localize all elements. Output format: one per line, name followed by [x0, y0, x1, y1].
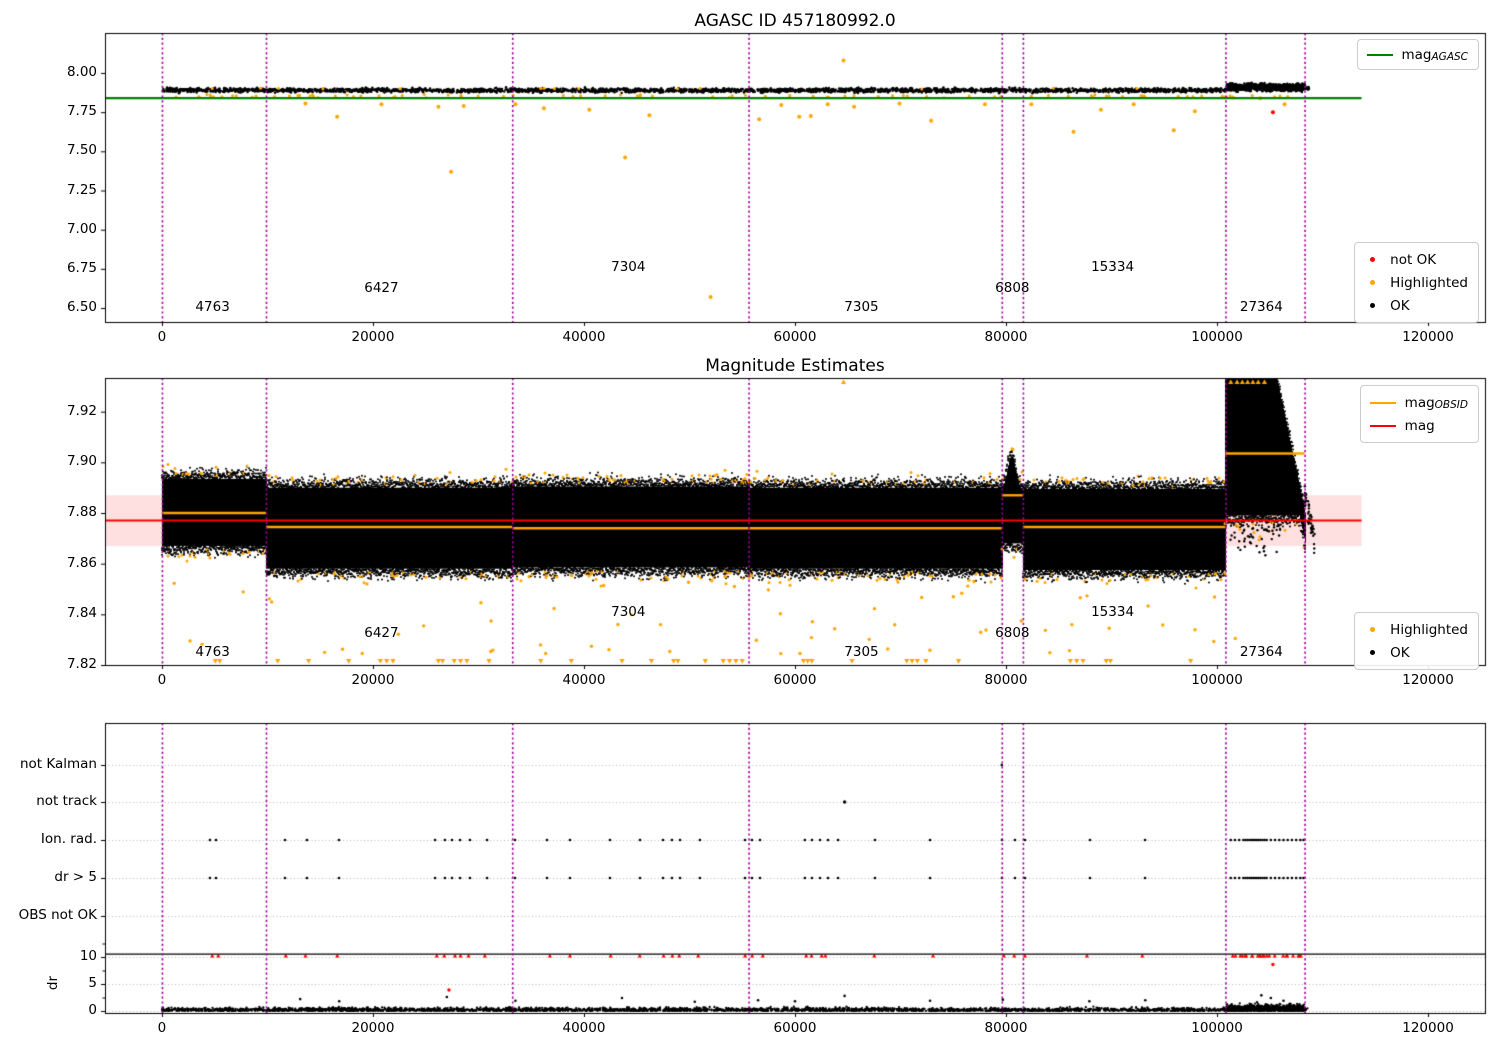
- x-tick-label: 20000: [351, 672, 395, 688]
- y-tick-label: 7.88: [66, 504, 97, 520]
- segment-label-middle-6427: 6427: [364, 625, 399, 641]
- x-tick-label: 0: [157, 672, 167, 688]
- green-line-swatch: [1366, 53, 1393, 56]
- y-tick-label: 8.00: [66, 63, 97, 80]
- category-tick-label: not Kalman: [19, 756, 97, 772]
- segment-label-top-7305: 7305: [844, 299, 879, 315]
- segment-label-middle-7305: 7305: [844, 644, 879, 660]
- category-tick-label: OBS not OK: [18, 907, 97, 923]
- segment-label-top-6808: 6808: [995, 280, 1030, 296]
- y-tick-label: 7.92: [66, 402, 97, 419]
- legend-point-types-middle: Highlighted OK: [1354, 612, 1479, 670]
- legend-mag-agasc: mag AGASC: [1356, 39, 1479, 70]
- y-tick-label: 7.50: [66, 142, 97, 159]
- legend-mag-lines: mag OBSID mag: [1359, 385, 1479, 443]
- x-tick-label: 100000: [1191, 1020, 1243, 1036]
- black-dot-swatch: [1370, 650, 1376, 655]
- category-tick-label: not track: [36, 793, 97, 809]
- x-tick-label: 20000: [351, 1020, 395, 1036]
- orange-dot-swatch: [1370, 627, 1376, 632]
- segment-label-top-15334: 15334: [1091, 259, 1135, 275]
- segment-label-middle-27364: 27364: [1239, 644, 1283, 660]
- legend-item-not-ok: not OK: [1364, 248, 1468, 271]
- category-tick-label: dr > 5: [54, 869, 97, 885]
- orange-line-swatch: [1369, 401, 1396, 404]
- y-tick-label: 6.50: [66, 299, 97, 316]
- legend-item-highlighted-2: Highlighted: [1364, 618, 1468, 641]
- black-dot-swatch: [1370, 303, 1376, 308]
- legend-item-highlighted: Highlighted: [1364, 271, 1468, 294]
- dr-tick-label: 10: [79, 948, 97, 964]
- y-tick-label: 7.25: [66, 181, 97, 198]
- plot1-title: AGASC ID 457180992.0: [694, 11, 896, 31]
- x-tick-label: 120000: [1402, 1020, 1454, 1036]
- segment-label-middle-15334: 15334: [1091, 604, 1135, 620]
- orange-dot-swatch: [1370, 280, 1376, 285]
- x-tick-label: 80000: [984, 672, 1028, 688]
- x-tick-label: 80000: [984, 1020, 1028, 1036]
- y-tick-label: 7.84: [66, 605, 97, 622]
- legend-item-ok-2: OK: [1364, 641, 1468, 664]
- x-tick-label: 40000: [562, 1020, 606, 1036]
- x-tick-label: 60000: [773, 672, 817, 688]
- figure: AGASC ID 457180992.0 Magnitude Estimates…: [0, 0, 1500, 1050]
- x-tick-label: 100000: [1191, 672, 1243, 688]
- segment-label-top-27364: 27364: [1239, 299, 1283, 315]
- segment-label-top-7304: 7304: [611, 259, 646, 275]
- x-tick-label: 40000: [562, 329, 606, 345]
- category-tick-label: Ion. rad.: [40, 831, 97, 847]
- x-tick-label: 0: [157, 1020, 167, 1036]
- x-tick-label: 60000: [773, 1020, 817, 1036]
- x-tick-label: 60000: [773, 329, 817, 345]
- segment-label-middle-4763: 4763: [195, 644, 230, 660]
- x-tick-label: 40000: [562, 672, 606, 688]
- segment-label-middle-6808: 6808: [995, 625, 1030, 641]
- plot2-title: Magnitude Estimates: [705, 356, 885, 376]
- y-tick-label: 7.75: [66, 103, 97, 120]
- dr-tick-label: 5: [88, 975, 97, 991]
- dr-tick-label: 0: [88, 1002, 97, 1018]
- red-dot-swatch: [1370, 257, 1376, 262]
- y-tick-label: 7.90: [66, 453, 97, 470]
- legend-item-mag: mag: [1369, 414, 1468, 437]
- red-line-swatch: [1369, 424, 1396, 427]
- x-tick-label: 80000: [984, 329, 1028, 345]
- x-tick-label: 120000: [1402, 329, 1454, 345]
- legend-item-mag-agasc: mag AGASC: [1366, 45, 1468, 64]
- segment-label-top-4763: 4763: [195, 299, 230, 315]
- x-tick-label: 100000: [1191, 329, 1243, 345]
- plot-canvas: [0, 0, 1500, 1050]
- x-tick-label: 0: [157, 329, 167, 345]
- legend-item-mag-obsid: mag OBSID: [1369, 391, 1468, 414]
- segment-label-middle-7304: 7304: [611, 604, 646, 620]
- segment-label-top-6427: 6427: [364, 280, 399, 296]
- x-tick-label: 120000: [1402, 672, 1454, 688]
- legend-point-types-top: not OK Highlighted OK: [1354, 242, 1479, 323]
- y-tick-label: 7.86: [66, 554, 97, 571]
- y-tick-label: 6.75: [66, 259, 97, 276]
- x-tick-label: 20000: [351, 329, 395, 345]
- y-tick-label: 7.82: [66, 656, 97, 672]
- y-tick-label: 7.00: [66, 220, 97, 237]
- legend-item-ok: OK: [1364, 294, 1468, 317]
- legend-label: mag: [1401, 46, 1432, 63]
